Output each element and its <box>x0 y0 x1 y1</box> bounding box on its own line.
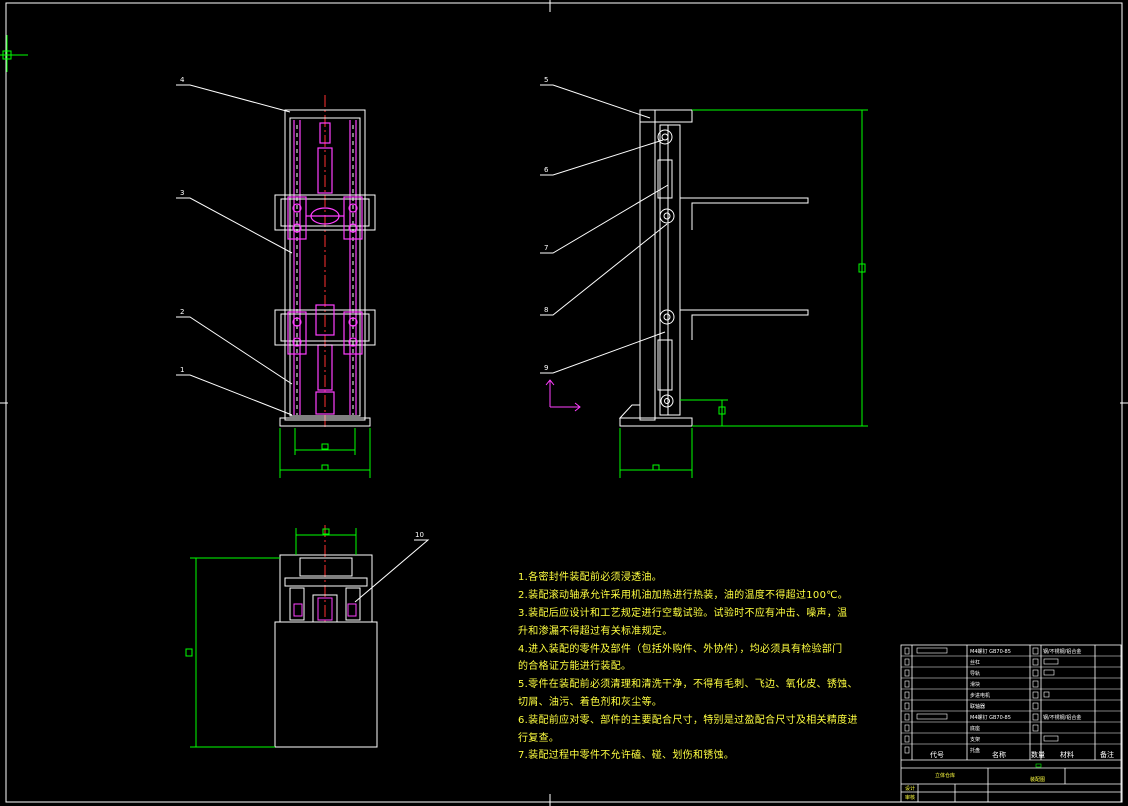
bom-row-9-name: 支架 <box>970 736 980 743</box>
company-label: 装配图 <box>1030 776 1045 783</box>
balloon-1-label-top: 4 <box>180 76 185 84</box>
note-line-9: 6.装配前应对零、部件的主要配合尺寸，特别是过盈配合尺寸及相关精度进 <box>518 715 858 726</box>
bom-row-10-name: 托盘 <box>970 747 980 754</box>
bom-row-1-material: 钢/不锈钢/铝合金 <box>1043 648 1081 655</box>
designer-label: 设计 <box>905 785 915 792</box>
title-block <box>900 644 1122 803</box>
header-remark: 备注 <box>1100 750 1114 759</box>
ucs-axis-icon <box>545 379 581 412</box>
note-line-3: 3.装配后应设计和工艺规定进行空载试验。试验时不应有冲击、噪声，温 <box>518 608 848 619</box>
header-code: 代号 <box>930 750 944 759</box>
note-line-1: 1.各密封件装配前必须浸透油。 <box>518 572 663 583</box>
balloon-2-label: 2 <box>180 308 184 316</box>
note-line-7: 5.零件在装配前必须清理和清洗干净，不得有毛刺、飞边、氧化皮、锈蚀、 <box>518 679 858 690</box>
side-view <box>545 109 868 478</box>
bom-row-6-name: 联轴器 <box>970 703 985 710</box>
header-qty: 数量 <box>1031 750 1045 759</box>
bom-row-2-name: 丝杠 <box>970 659 980 666</box>
header-name: 名称 <box>992 750 1006 759</box>
note-line-6: 的合格证方能进行装配。 <box>518 661 632 672</box>
front-view <box>274 95 376 478</box>
note-line-8: 切屑、油污、着色剂和灰尘等。 <box>518 697 663 708</box>
bom-row-3-name: 导轨 <box>970 670 980 677</box>
balloon-8-label: 8 <box>544 306 548 314</box>
note-line-2: 2.装配滚动轴承允许采用机油加热进行热装，油的温度不得超过100℃。 <box>518 590 849 601</box>
bom-row-7-material: 钢/不锈钢/铝合金 <box>1043 714 1081 721</box>
note-line-10: 行复查。 <box>518 733 560 744</box>
note-line-5: 4.进入装配的零件及部件（包括外购件、外协件），均必须具有检验部门 <box>518 644 843 655</box>
bom-row-8-name: 底座 <box>970 725 980 732</box>
drawing-name: 立体仓库 <box>935 772 955 779</box>
title-block-grid <box>901 655 1121 745</box>
crosshair-cursor-icon <box>0 35 28 72</box>
bom-row-1-name: M4螺钉 GB70-85 <box>970 648 1011 655</box>
bom-row-5-name: 步进电机 <box>970 692 990 699</box>
title-block-rows: M4螺钉 GB70-85 钢/不锈钢/铝合金 丝杠 导轨 滑块 步进电机 联轴器… <box>970 648 1081 754</box>
bom-row-4-name: 滑块 <box>970 681 980 688</box>
leader-lines <box>176 84 669 603</box>
header-material: 材料 <box>1060 750 1074 759</box>
balloon-5-label: 5 <box>544 76 548 84</box>
balloon-3-label: 3 <box>180 189 184 197</box>
note-line-4: 升和渗漏不得超过有关标准规定。 <box>518 626 673 637</box>
note-line-11: 7.装配过程中零件不允许磕、碰、划伤和锈蚀。 <box>518 750 735 761</box>
balloon-7-label: 7 <box>544 244 548 252</box>
checker-label: 审核 <box>905 794 915 801</box>
bom-row-7-name: M4螺钉 GB70-85 <box>970 714 1011 721</box>
balloon-9-label: 9 <box>544 364 548 372</box>
balloon-1-label: 1 <box>180 366 184 374</box>
top-view <box>185 525 378 748</box>
balloon-6-label: 6 <box>544 166 549 174</box>
balloon-10-label: 10 <box>415 531 424 539</box>
